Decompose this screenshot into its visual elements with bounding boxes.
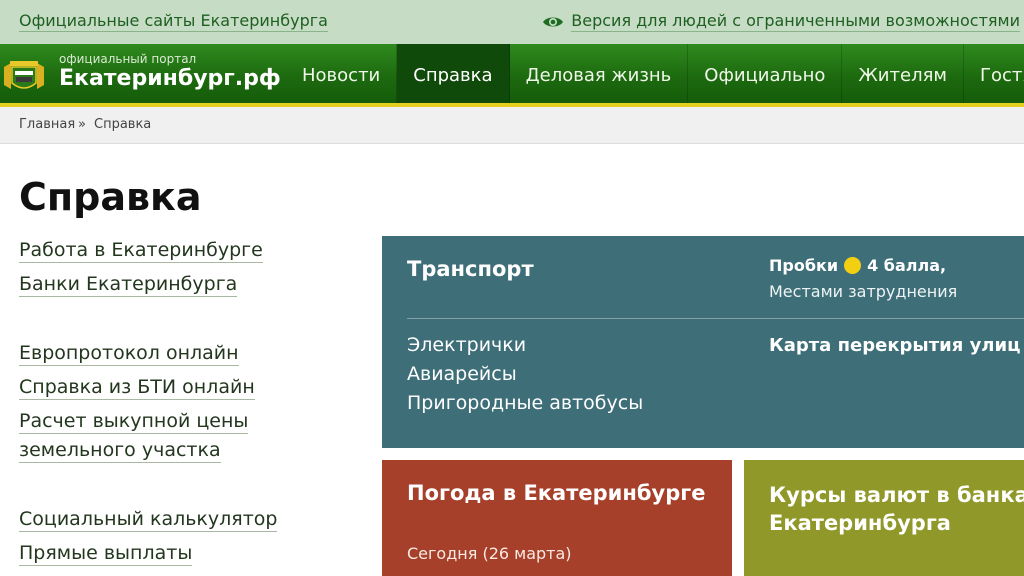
sidebar-link-jobs[interactable]: Работа в Екатеринбурге [19, 238, 263, 263]
sidebar-link-land-price-line2[interactable]: земельного участка [19, 438, 221, 463]
trains-link[interactable]: Электрички [407, 334, 526, 356]
weather-card: Погода в Екатеринбурге Сегодня (26 марта… [382, 460, 732, 576]
traffic-description: Местами затруднения [769, 282, 958, 301]
nav-item-guests[interactable]: Гостям [964, 44, 1024, 103]
transport-divider [407, 318, 1024, 319]
sidebar-link-europrotocol[interactable]: Европротокол онлайн [19, 341, 239, 366]
weather-today: Сегодня (26 марта) [407, 544, 572, 563]
nav-item-official[interactable]: Официально [688, 44, 843, 103]
flights-link[interactable]: Авиарейсы [407, 363, 517, 385]
breadcrumb: Главная » Справка [0, 107, 1024, 144]
main-navbar: официальный портал Екатеринбург.рф Новос… [0, 44, 1024, 107]
traffic-label: Пробки [769, 256, 839, 275]
traffic-status[interactable]: Пробки 4 балла, [769, 256, 946, 275]
portal-subtitle: официальный портал [59, 52, 197, 66]
traffic-level-dot-icon [844, 257, 862, 274]
nav-item-residents[interactable]: Жителям [842, 44, 964, 103]
currency-rates-title-line2: Екатеринбурга [769, 511, 951, 535]
nav-item-reference[interactable]: Справка [397, 44, 510, 103]
accessibility-link[interactable]: Версия для людей с ограниченными возможн… [571, 11, 1020, 32]
accessibility-version[interactable]: Версия для людей с ограниченными возможн… [542, 11, 1020, 32]
page-title: Справка [19, 175, 202, 219]
currency-rates-card: Курсы валют в банках Екатеринбурга [744, 460, 1024, 576]
breadcrumb-home-link[interactable]: Главная [19, 117, 75, 132]
nav-item-news[interactable]: Новости [286, 44, 398, 103]
sidebar-link-social-calculator[interactable]: Социальный калькулятор [19, 507, 278, 532]
road-closures-map-link[interactable]: Карта перекрытия улиц [769, 335, 1020, 356]
sidebar-link-direct-payments[interactable]: Прямые выплаты [19, 541, 193, 566]
traffic-value: 4 балла, [867, 256, 947, 275]
portal-name-link[interactable]: Екатеринбург.рф [59, 66, 281, 91]
suburban-buses-link[interactable]: Пригородные автобусы [407, 392, 643, 414]
nav-menu: Новости Справка Деловая жизнь Официально… [286, 44, 1024, 103]
breadcrumb-current: Справка [94, 117, 152, 132]
official-sites-link[interactable]: Официальные сайты Екатеринбурга [19, 11, 328, 32]
sidebar-link-banks[interactable]: Банки Екатеринбурга [19, 272, 238, 297]
sidebar-link-land-price[interactable]: Расчет выкупной цены [19, 409, 249, 434]
top-bar: Официальные сайты Екатеринбурга Версия д… [0, 0, 1024, 44]
transport-title[interactable]: Транспорт [407, 257, 534, 281]
city-coat-of-arms-icon[interactable] [2, 59, 46, 95]
currency-rates-title-line1: Курсы валют в банках [769, 483, 1024, 507]
weather-title[interactable]: Погода в Екатеринбурге [407, 481, 705, 505]
breadcrumb-separator: » [78, 117, 86, 132]
eye-icon [543, 17, 564, 26]
currency-rates-title[interactable]: Курсы валют в банках Екатеринбурга [769, 481, 1024, 537]
sidebar-link-bti[interactable]: Справка из БТИ онлайн [19, 375, 255, 400]
transport-card: Транспорт Пробки 4 балла, Местами затруд… [382, 236, 1024, 448]
nav-item-business[interactable]: Деловая жизнь [510, 44, 689, 103]
